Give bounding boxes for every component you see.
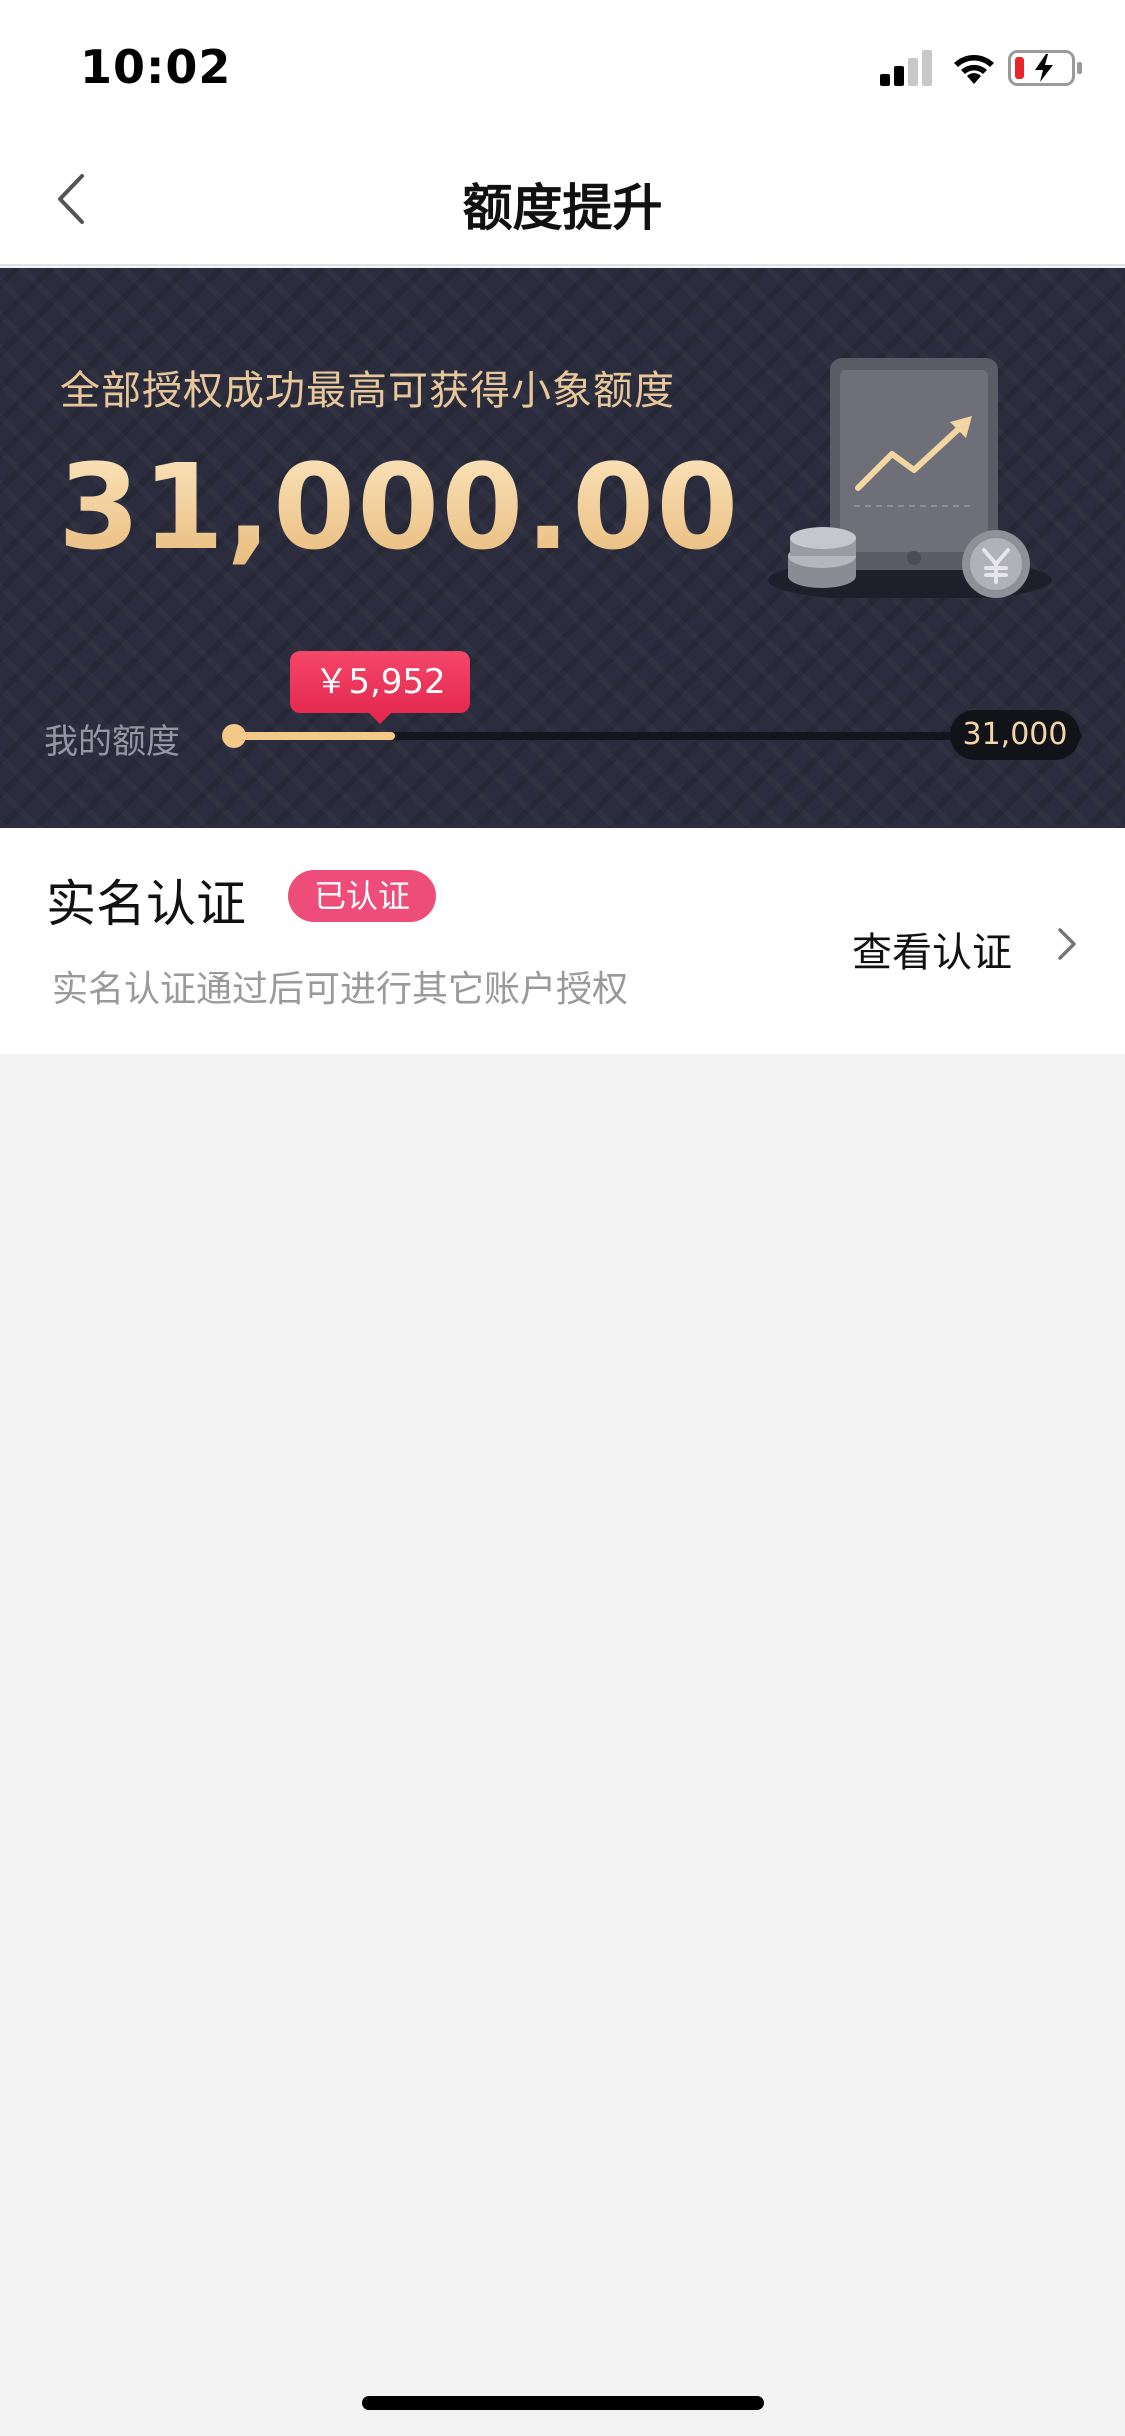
verification-title: 实名认证 <box>46 875 246 933</box>
battery-charging-icon <box>1008 50 1082 86</box>
my-quota-label: 我的额度 <box>44 722 180 762</box>
verified-status-badge: 已认证 <box>288 870 436 922</box>
home-indicator[interactable] <box>362 2396 764 2410</box>
screen: 10:02 额度提升 全部授权成功最高可获得小象额度 31,000.00 我的额… <box>0 0 1125 2436</box>
nav-bar: 额度提升 <box>0 132 1125 266</box>
chevron-right-icon[interactable] <box>1052 920 1082 968</box>
max-credit-amount: 31,000.00 <box>58 438 741 576</box>
credit-hero-banner: 全部授权成功最高可获得小象额度 31,000.00 我的额度 ￥5,952 31 <box>0 268 1125 828</box>
quota-progress-fill <box>232 732 396 740</box>
max-quota-pill: 31,000 <box>950 710 1080 760</box>
verification-description: 实名认证通过后可进行其它账户授权 <box>52 969 629 1010</box>
tablet-chart-coins-illustration <box>768 358 1052 598</box>
cellular-signal-icon <box>880 50 932 86</box>
current-quota-bubble: ￥5,952 <box>290 651 470 713</box>
hero-subtitle: 全部授权成功最高可获得小象额度 <box>60 368 675 414</box>
status-bar: 10:02 <box>0 0 1125 132</box>
current-quota-bubble-tail <box>368 712 392 724</box>
status-time: 10:02 <box>80 40 232 94</box>
view-verification-link[interactable]: 查看认证 <box>852 920 1012 978</box>
wifi-icon <box>954 55 994 84</box>
real-name-verification-card[interactable]: 实名认证 已认证 实名认证通过后可进行其它账户授权 查看认证 <box>0 828 1125 1054</box>
progress-start-dot <box>222 724 246 748</box>
page-title: 额度提升 <box>462 179 663 237</box>
